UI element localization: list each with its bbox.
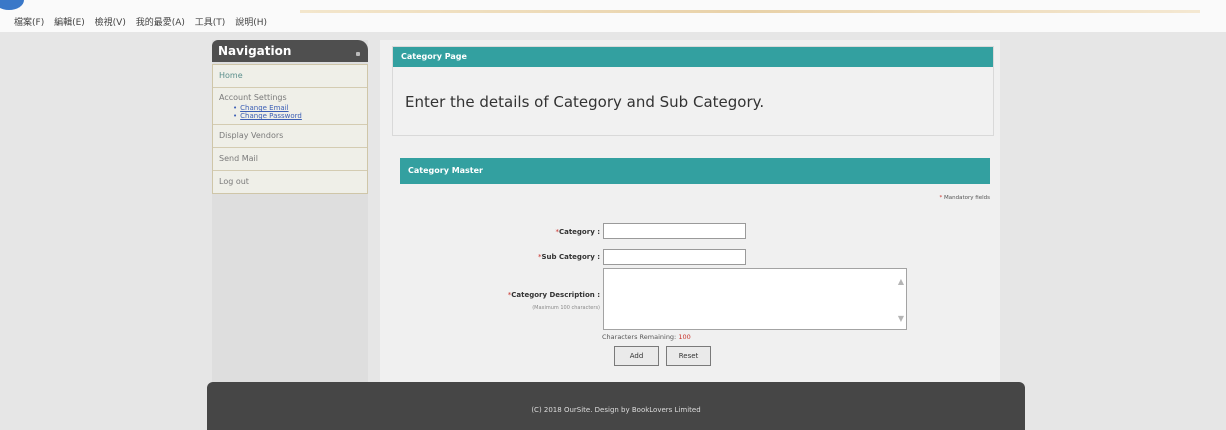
change-email-link[interactable]: Change Email <box>233 104 361 112</box>
category-description-textarea[interactable]: ▲ ▼ <box>603 268 907 330</box>
menu-help[interactable]: 說明(H) <box>235 18 267 28</box>
category-page-header: Category Page <box>393 47 993 67</box>
sub-category-input[interactable] <box>603 249 746 265</box>
intro-text: Enter the details of Category and Sub Ca… <box>405 93 765 111</box>
nav-item-home[interactable]: Home <box>213 65 367 88</box>
nav-item-account-label: Account Settings <box>219 93 287 102</box>
remaining-count: 100 <box>678 333 691 341</box>
sub-category-label: *Sub Category : <box>480 253 600 261</box>
category-label-text: Category : <box>558 228 600 236</box>
description-hint: (Maximum 100 characters) <box>532 305 600 311</box>
category-page-panel: Category Page Enter the details of Categ… <box>392 46 994 136</box>
navigation-sidebar: Navigation Home Account Settings Change … <box>212 40 368 410</box>
description-label: *Category Description : <box>440 291 600 299</box>
nav-item-account-settings[interactable]: Account Settings Change Email Change Pas… <box>213 88 367 125</box>
mandatory-note: * Mandatory fields <box>940 195 990 201</box>
collapse-icon[interactable] <box>356 52 360 56</box>
browser-logo-icon <box>0 0 24 10</box>
required-star: * <box>939 195 943 201</box>
scroll-up-icon[interactable]: ▲ <box>898 277 904 286</box>
nav-menu: Home Account Settings Change Email Chang… <box>212 64 368 194</box>
category-master-section: Category Master <box>400 158 990 184</box>
browser-menu: 檔案(F) 編輯(E) 檢視(V) 我的最愛(A) 工具(T) 說明(H) <box>14 15 274 28</box>
page-footer: (C) 2018 OurSite. Design by BookLovers L… <box>207 382 1025 430</box>
nav-item-send-mail[interactable]: Send Mail <box>213 148 367 171</box>
nav-item-display-vendors[interactable]: Display Vendors <box>213 125 367 148</box>
mandatory-note-text: Mandatory fields <box>944 195 990 201</box>
remaining-label: Characters Remaining: <box>602 333 677 341</box>
menu-favorites[interactable]: 我的最愛(A) <box>136 18 185 28</box>
nav-item-logout[interactable]: Log out <box>213 171 367 193</box>
category-master-header: Category Master <box>400 158 990 184</box>
scroll-down-icon[interactable]: ▼ <box>898 314 904 323</box>
sub-category-label-text: Sub Category : <box>541 253 601 261</box>
footer-text: (C) 2018 OurSite. Design by BookLovers L… <box>531 406 701 414</box>
change-password-link[interactable]: Change Password <box>233 112 361 120</box>
menu-file[interactable]: 檔案(F) <box>14 18 44 28</box>
tab-strip <box>300 10 1200 13</box>
account-sublinks: Change Email Change Password <box>233 104 361 120</box>
menu-tools[interactable]: 工具(T) <box>195 18 226 28</box>
menu-edit[interactable]: 編輯(E) <box>54 18 85 28</box>
add-button[interactable]: Add <box>614 346 659 366</box>
browser-menubar: 檔案(F) 編輯(E) 檢視(V) 我的最愛(A) 工具(T) 說明(H) <box>0 0 1226 32</box>
category-input[interactable] <box>603 223 746 239</box>
nav-header: Navigation <box>212 40 368 62</box>
nav-title: Navigation <box>218 44 292 58</box>
menu-view[interactable]: 檢視(V) <box>95 18 126 28</box>
characters-remaining: Characters Remaining: 100 <box>602 333 691 341</box>
reset-button[interactable]: Reset <box>666 346 711 366</box>
category-label: *Category : <box>500 228 600 236</box>
description-label-text: Category Description : <box>511 291 600 299</box>
